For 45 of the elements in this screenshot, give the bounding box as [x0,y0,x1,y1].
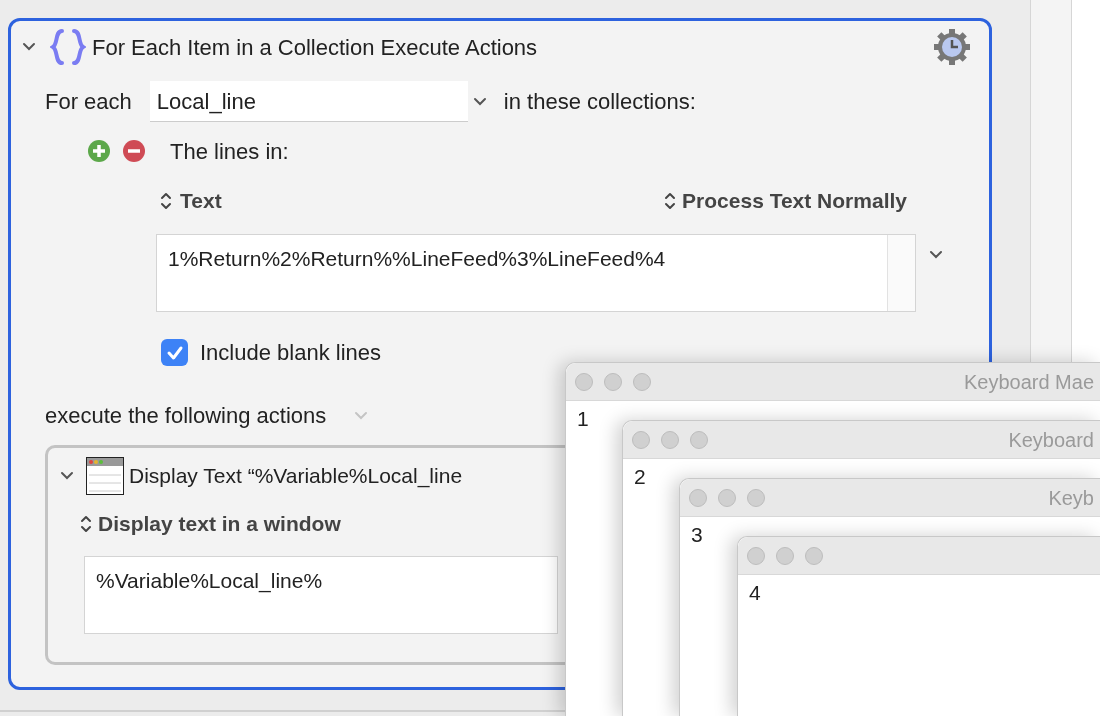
gear-clock-icon[interactable] [933,28,971,66]
up-down-arrows-icon [664,191,677,211]
window-control-button[interactable] [690,430,708,449]
execute-label: execute the following actions [45,402,327,430]
remove-icon[interactable] [122,139,146,163]
window-control-button[interactable] [747,546,765,565]
curly-braces-icon [50,28,86,66]
window-icon [86,457,124,495]
window-text: 4 [748,580,761,606]
window-text: 1 [576,406,589,432]
action-title: Display Text “%Variable%Local_line [129,463,463,490]
source-popup[interactable]: Text [180,185,222,217]
chevron-icon[interactable] [472,96,487,107]
add-icon[interactable] [87,139,111,163]
window-control-button[interactable] [633,372,651,391]
chevron-icon[interactable] [22,42,36,52]
up-down-arrows-icon [80,513,92,534]
window-control-button[interactable] [747,488,765,507]
text-field[interactable]: %Variable%Local_line% [84,555,558,634]
text-area[interactable]: 1%Return%2%Return%%LineFeed%3%LineFeed%4 [156,234,916,312]
processing-popup[interactable]: Process Text Normally [682,185,907,217]
chevron-icon[interactable] [60,471,74,481]
action-title: For Each Item in a Collection Execute Actions [92,33,538,62]
checkbox[interactable] [161,339,188,366]
window-title: Keyb [1048,485,1094,511]
collection-label: The lines in: [170,137,289,166]
chevron-icon[interactable] [929,250,943,260]
variable-combo-field[interactable]: Local_line [149,81,468,122]
display-mode-popup[interactable]: Display text in a window [98,508,341,540]
window-text: 2 [633,464,646,490]
collections-label: in these collections: [503,88,696,116]
window-control-button[interactable] [632,430,650,449]
window-title: Keyboard [1008,427,1094,453]
window-control-button[interactable] [776,546,794,565]
up-down-arrows-icon [160,191,172,211]
window-text: 3 [690,522,703,548]
window-control-button[interactable] [805,546,823,565]
for-each-label: For each [45,88,132,116]
window-title: Keyboard Mae [963,369,1094,395]
window-control-button[interactable] [661,430,679,449]
checkbox-label: Include blank lines [200,339,381,367]
window-control-button[interactable] [575,372,593,391]
window-control-button[interactable] [604,372,622,391]
window-control-button[interactable] [718,488,736,507]
window-control-button[interactable] [689,488,707,507]
